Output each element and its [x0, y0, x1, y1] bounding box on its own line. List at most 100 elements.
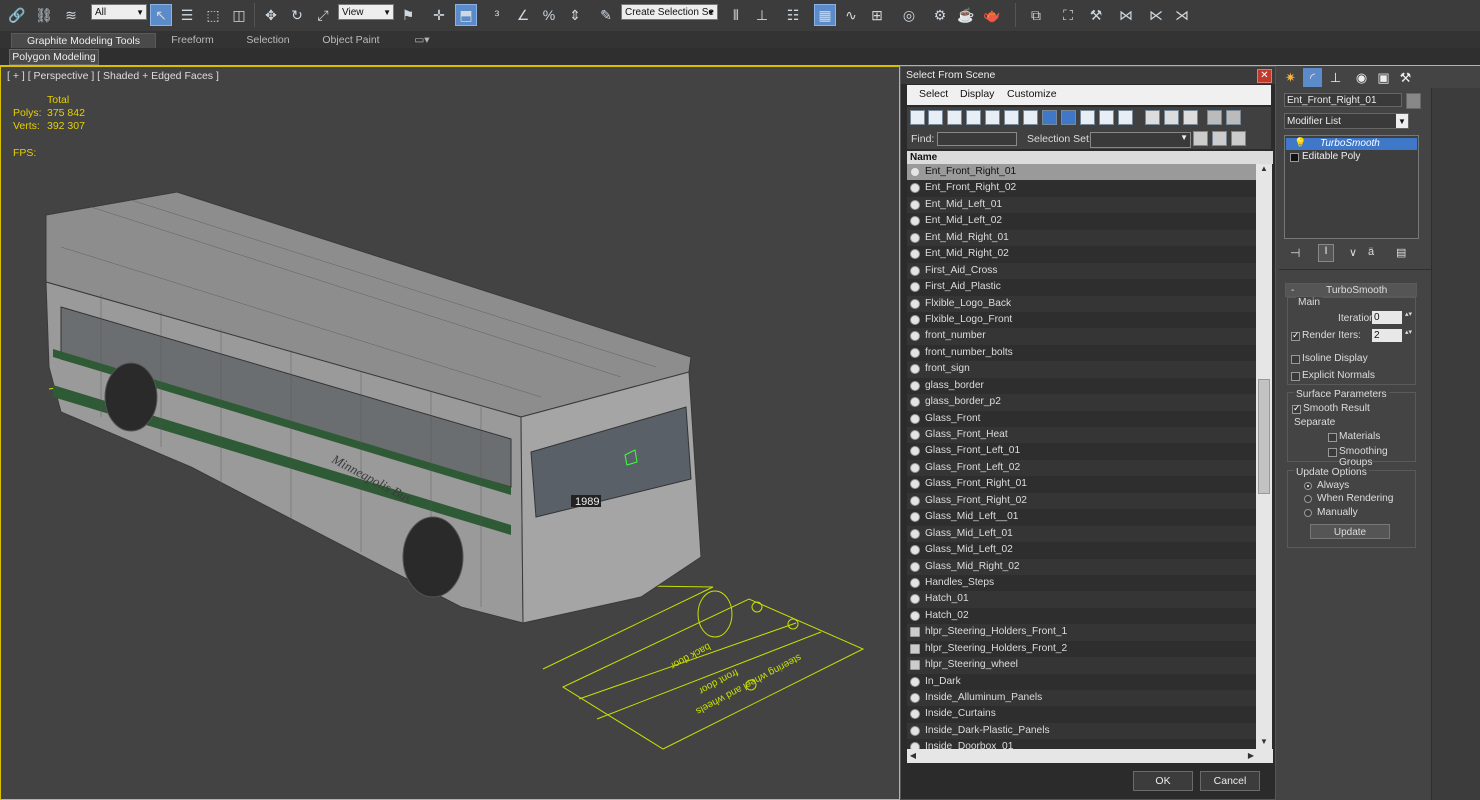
list-item[interactable]: front_sign	[907, 361, 1256, 378]
iterations-spinner[interactable]: 0	[1372, 311, 1402, 324]
list-item[interactable]: Inside_Alluminum_Panels	[907, 690, 1256, 707]
list-item[interactable]: Glass_Mid_Right_02	[907, 558, 1256, 575]
display-bones-icon[interactable]	[1061, 110, 1076, 125]
explicit-normals-checkbox[interactable]	[1291, 372, 1300, 381]
schematic-view-icon[interactable]: ⊞	[866, 4, 888, 26]
object-name-field[interactable]: Ent_Front_Right_01	[1284, 93, 1402, 107]
graphite-tools-icon[interactable]: ▦	[814, 4, 836, 26]
window-crossing-icon[interactable]: ◫	[228, 4, 250, 26]
scale-icon[interactable]: ⤢	[312, 4, 334, 26]
rotate-icon[interactable]: ↻	[286, 4, 308, 26]
list-item[interactable]: First_Aid_Cross	[907, 262, 1256, 280]
list-item[interactable]: Glass_Front_Right_02	[907, 492, 1256, 510]
list-item[interactable]: Inside_Curtains	[907, 706, 1256, 723]
render-iters-checkbox[interactable]	[1291, 330, 1300, 341]
hierarchy-tab-icon[interactable]: ⊥	[1326, 68, 1345, 87]
perspective-viewport[interactable]: [ + ] [ Perspective ] [ Shaded + Edged F…	[0, 66, 900, 800]
keyboard-shortcut-override-icon[interactable]: ⬒	[455, 4, 477, 26]
spinner-arrows-icon[interactable]: ▴▾	[1405, 328, 1412, 336]
reference-coordinate-dropdown[interactable]: View ▼	[338, 4, 394, 20]
named-selection-dropdown[interactable]: Create Selection Se ▼	[621, 4, 718, 20]
list-item[interactable]: Ent_Mid_Left_02	[907, 213, 1256, 230]
set-remove-icon[interactable]	[1212, 131, 1227, 146]
link-icon[interactable]: 🔗	[6, 4, 28, 26]
mesh-icon-2[interactable]: ⋉	[1145, 4, 1167, 26]
cancel-button[interactable]: Cancel	[1200, 771, 1260, 791]
menu-select[interactable]: Select	[919, 88, 948, 100]
always-radio[interactable]	[1304, 482, 1312, 490]
display-helpers-icon[interactable]	[985, 110, 1000, 125]
lightbulb-icon[interactable]: 💡	[1294, 138, 1306, 150]
display-groups-icon[interactable]	[1023, 110, 1038, 125]
list-item[interactable]: Glass_Front_Right_01	[907, 476, 1256, 493]
manually-radio[interactable]	[1304, 509, 1312, 517]
mesh-icon[interactable]: ⋈	[1115, 4, 1137, 26]
snap-toggle-icon[interactable]: ³	[486, 4, 508, 26]
display-containers-icon[interactable]	[1080, 110, 1095, 125]
list-item[interactable]: Flxible_Logo_Back	[907, 295, 1256, 312]
list-item[interactable]: Hatch_01	[907, 591, 1256, 608]
rendered-frame-icon[interactable]: ☕	[955, 4, 977, 26]
list-item[interactable]: Glass_Front_Left_02	[907, 459, 1256, 477]
list-item[interactable]: front_number	[907, 328, 1256, 345]
modifier-list-dropdown[interactable]: Modifier List ▼	[1284, 113, 1409, 129]
create-tab-icon[interactable]: ✷	[1281, 68, 1300, 87]
smooth-result-checkbox[interactable]	[1292, 403, 1301, 414]
smoothing-groups-checkbox[interactable]	[1328, 448, 1337, 457]
edit-named-selection-icon[interactable]: ✎	[595, 4, 617, 26]
list-item[interactable]: Glass_Mid_Left_02	[907, 542, 1256, 559]
list-item[interactable]: Flxible_Logo_Front	[907, 311, 1256, 329]
display-tab-icon[interactable]: ▣	[1374, 68, 1393, 87]
show-end-result-icon[interactable]: I	[1318, 244, 1334, 262]
tab-graphite-modeling-tools[interactable]: Graphite Modeling Tools	[11, 33, 156, 49]
selection-set-dropdown[interactable]: ▼	[1090, 132, 1191, 148]
find-input[interactable]	[937, 132, 1017, 146]
display-shapes-icon[interactable]	[928, 110, 943, 125]
tab-object-paint[interactable]: Object Paint	[311, 33, 391, 47]
scroll-left-arrow[interactable]: ◀	[907, 749, 919, 763]
list-item[interactable]: glass_border	[907, 377, 1256, 395]
list-item[interactable]: front_number_bolts	[907, 344, 1256, 362]
object-color-swatch[interactable]	[1406, 93, 1421, 109]
list-item[interactable]: hlpr_Steering_wheel	[907, 657, 1256, 674]
list-item[interactable]: Handles_Steps	[907, 574, 1256, 592]
render-production-icon[interactable]: 🫖	[981, 4, 1003, 26]
filter-options-icon[interactable]	[1226, 110, 1241, 125]
move-icon[interactable]: ✥	[260, 4, 282, 26]
isoline-display-checkbox[interactable]	[1291, 355, 1300, 364]
display-cameras-icon[interactable]	[966, 110, 981, 125]
filter-icon[interactable]	[1207, 110, 1222, 125]
select-by-name-icon[interactable]: ☰	[176, 4, 198, 26]
scroll-thumb[interactable]	[1258, 379, 1270, 494]
utilities-tab-icon[interactable]: ⚒	[1396, 68, 1415, 87]
scroll-up-arrow[interactable]: ▲	[1256, 164, 1272, 176]
tab-selection[interactable]: Selection	[238, 33, 298, 47]
turbosmooth-rollout-header[interactable]: - TurboSmooth	[1285, 283, 1417, 297]
angle-snap-icon[interactable]: ∠	[512, 4, 534, 26]
display-xrefs-icon[interactable]	[1042, 110, 1057, 125]
select-manipulate-icon[interactable]: ✛	[428, 4, 450, 26]
list-item[interactable]: Hatch_02	[907, 607, 1256, 625]
set-edit-icon[interactable]	[1231, 131, 1246, 146]
rect-selection-icon[interactable]: ⬚	[202, 4, 224, 26]
motion-tab-icon[interactable]: ◉	[1352, 68, 1371, 87]
modifier-stack[interactable]: TurboSmooth 💡 Editable Poly	[1284, 135, 1419, 239]
menu-customize[interactable]: Customize	[1007, 88, 1057, 100]
scroll-down-arrow[interactable]: ▼	[1256, 737, 1272, 749]
menu-display[interactable]: Display	[960, 88, 994, 100]
list-item[interactable]: glass_border_p2	[907, 394, 1256, 411]
bind-spacewarp-icon[interactable]: ≋	[60, 4, 82, 26]
render-iters-spinner[interactable]: 2	[1372, 329, 1402, 342]
dialog-close-button[interactable]: ✕	[1257, 69, 1272, 83]
list-item[interactable]: Glass_Front_Heat	[907, 427, 1256, 444]
render-setup-icon[interactable]: ⚙	[929, 4, 951, 26]
spinner-snap-icon[interactable]: ⇕	[564, 4, 586, 26]
list-item[interactable]: Glass_Mid_Left_01	[907, 525, 1256, 543]
object-icon[interactable]: ⛶	[1057, 4, 1079, 26]
remove-modifier-icon[interactable]: ä	[1368, 246, 1374, 258]
ok-button[interactable]: OK	[1133, 771, 1193, 791]
list-vertical-scrollbar[interactable]: ▲ ▼	[1256, 164, 1272, 749]
configure-sets-icon[interactable]: ▤	[1396, 246, 1406, 259]
name-column-header[interactable]: Name	[907, 151, 1273, 164]
layer-manager-icon[interactable]: ☷	[782, 4, 804, 26]
